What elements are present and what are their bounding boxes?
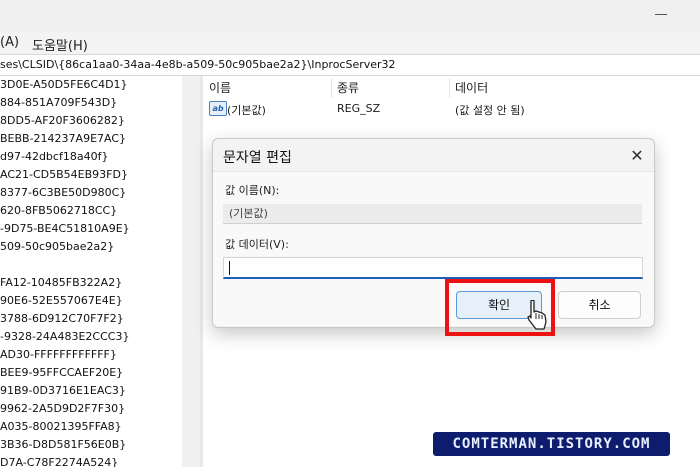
tree-item[interactable]: -9D75-BE4C51810A9E} (0, 222, 130, 240)
column-header-type[interactable]: 종류 (331, 76, 449, 98)
value-name: (기본값) (227, 104, 266, 117)
dialog-body: 값 이름(N): (기본값) 값 데이터(V): 확인 취소 (213, 171, 654, 326)
tree-item[interactable]: A035-80021395FFA8} (0, 420, 122, 438)
string-value-icon: ab (209, 101, 227, 116)
value-name-field: (기본값) (223, 204, 642, 224)
tree-item-selected[interactable]: 509-50c905bae2a2} (0, 240, 114, 258)
tree-item[interactable]: AC21-CD5B54EB93FD} (0, 168, 128, 186)
watermark: COMTERMAN.TISTORY.COM (433, 432, 670, 456)
tree-item[interactable]: D7A-C78F2274A524} (0, 456, 118, 467)
tree-item[interactable]: 3D0E-A50D5FE6C4D1} (0, 78, 128, 96)
tree-item[interactable]: 90E6-52E557067E4E} (0, 294, 123, 312)
minimize-icon[interactable] (655, 14, 667, 15)
menu-item-help[interactable]: 도움말(H) (32, 35, 88, 54)
address-path[interactable]: ses\CLSID\{86ca1aa0-34aa-4e8b-a509-50c90… (0, 58, 396, 71)
address-bar[interactable]: ses\CLSID\{86ca1aa0-34aa-4e8b-a509-50c90… (0, 54, 700, 76)
tree-item[interactable]: BEBB-214237A9E7AC} (0, 132, 126, 150)
text-caret (229, 261, 230, 275)
value-row[interactable]: ab (기본값) REG_SZ (값 설정 안 됨) (203, 100, 700, 118)
close-icon[interactable]: ✕ (628, 147, 646, 165)
tree-item[interactable]: 8DD5-AF20F3606282} (0, 114, 125, 132)
edit-string-dialog: 문자열 편집 ✕ 값 이름(N): (기본값) 값 데이터(V): 확인 취소 (212, 138, 655, 328)
tree-item[interactable]: 9962-2A5D9D2F7F30} (0, 402, 125, 420)
tree-item[interactable]: 8377-6C3BE50D980C} (0, 186, 126, 204)
tree-item[interactable]: 3B36-D8D581F56E0B} (0, 438, 126, 456)
value-data-label: 값 데이터(V): (225, 238, 289, 251)
mouse-cursor-icon (527, 300, 547, 330)
key-tree: 3D0E-A50D5FE6C4D1} 884-851A709F543D} 8DD… (0, 76, 182, 467)
value-name-label: 값 이름(N): (225, 184, 280, 197)
title-bar (0, 0, 700, 32)
dialog-title: 문자열 편집 (223, 150, 292, 166)
column-header-data[interactable]: 데이터 (449, 76, 700, 98)
menu-bar: (A) 도움말(H) (0, 32, 700, 54)
tree-item[interactable]: 884-851A709F543D} (0, 96, 117, 114)
menu-item-favorites[interactable]: (A) (0, 35, 19, 50)
value-type: REG_SZ (337, 102, 381, 115)
tree-item[interactable]: AD30-FFFFFFFFFFFF} (0, 348, 117, 366)
cancel-button[interactable]: 취소 (558, 291, 641, 319)
tree-scrollbar[interactable] (182, 76, 200, 467)
value-data-input[interactable] (223, 257, 643, 279)
tree-item[interactable]: -9328-24A483E2CCC3} (0, 330, 129, 348)
tree-item[interactable]: FA12-10485FB322A2} (0, 276, 122, 294)
tree-item[interactable]: BEE9-95FFCCAEF20E} (0, 366, 123, 384)
tree-item[interactable]: 3788-6D912C70F7F2} (0, 312, 124, 330)
tree-item[interactable]: 91B9-0D3716E1EAC3} (0, 384, 126, 402)
column-header-name[interactable]: 이름 (203, 76, 331, 98)
tree-item[interactable]: d97-42dbcf18a40f} (0, 150, 108, 168)
value-data: (값 설정 안 됨) (455, 104, 525, 117)
tree-item[interactable]: 620-8FB5062718CC} (0, 204, 117, 222)
